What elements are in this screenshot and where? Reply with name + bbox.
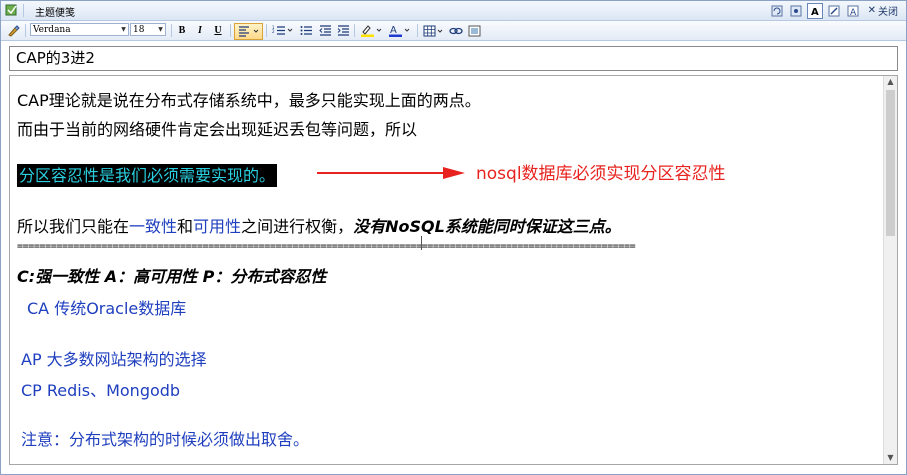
toolbar-separator	[266, 24, 267, 37]
scroll-up-icon[interactable]: ▲	[884, 76, 897, 88]
svg-text:A: A	[390, 25, 397, 36]
window-title: 主题便笺	[35, 8, 75, 19]
red-arrow	[317, 167, 465, 179]
cp-line: CP Redis、Mongodb	[21, 381, 181, 400]
increase-indent-button[interactable]	[335, 23, 351, 38]
format-painter-icon[interactable]	[5, 23, 21, 38]
highlighted-text: 分区容忍性是我们必须需要实现的。	[17, 164, 278, 187]
toolbar-separator	[417, 24, 418, 37]
decrease-indent-button[interactable]	[317, 23, 333, 38]
bold-button[interactable]: B	[175, 23, 189, 38]
font-color-button[interactable]: A	[387, 23, 413, 38]
font-size-value: 18	[133, 25, 145, 35]
highlighted-line: 分区容忍性是我们必须需要实现的。	[17, 162, 278, 187]
note-title-input[interactable]: CAP的3进2	[9, 46, 898, 71]
line4-text-a: 所以我们只能在	[17, 217, 130, 236]
chevron-down-icon: ▼	[158, 26, 163, 33]
text-cursor	[421, 236, 422, 250]
cap-legend: C:强一致性 A：高可用性 P：分布式容忍性	[17, 267, 327, 286]
highlight-color-button[interactable]	[359, 23, 385, 38]
scroll-down-icon[interactable]: ▼	[884, 452, 897, 464]
refresh-icon[interactable]	[769, 3, 785, 19]
line4-text-e: 之间进行权衡，	[241, 217, 354, 236]
bullet-list-button[interactable]	[297, 23, 315, 38]
separator-line: ========================================…	[17, 241, 636, 252]
vertical-scrollbar[interactable]: ▲ ▼	[883, 76, 897, 464]
font-family-value: Verdana	[33, 25, 71, 35]
insert-image-icon[interactable]	[466, 23, 482, 38]
underline-button[interactable]: U	[211, 23, 225, 38]
line4-text-c: 和	[177, 217, 194, 236]
close-label: 关闭	[878, 7, 898, 18]
chevron-down-icon: ▼	[121, 26, 126, 33]
toolbar-separator	[354, 24, 355, 37]
ca-line: CA 传统Oracle数据库	[27, 299, 187, 318]
insert-link-icon[interactable]	[448, 23, 464, 38]
svg-text:2: 2	[272, 29, 275, 34]
format-toolbar: Verdana ▼ 18 ▼ B I U 12 A	[1, 21, 906, 41]
note-app-icon[interactable]	[5, 4, 18, 16]
italic-button[interactable]: I	[193, 23, 207, 38]
close-icon: ✕	[867, 5, 876, 16]
insert-table-button[interactable]	[422, 23, 446, 38]
font-size-select[interactable]: 18 ▼	[130, 23, 166, 36]
note-line: 注意：分布式架构的时候必须做出取舍。	[21, 430, 310, 449]
consistency-term: 一致性	[129, 217, 178, 236]
close-button[interactable]: ✕ 关闭	[868, 3, 898, 18]
content-line-4: 所以我们只能在一致性和可用性之间进行权衡，没有NoSQL系统能同时保证这三点。	[17, 213, 621, 237]
red-annotation: nosql数据库必须实现分区容忍性	[476, 164, 726, 184]
toolbar-separator	[230, 24, 231, 37]
clear-format-icon[interactable]: A	[845, 3, 861, 19]
availability-term: 可用性	[193, 217, 242, 236]
pin-icon[interactable]	[788, 3, 804, 19]
align-left-button[interactable]	[234, 23, 263, 40]
ap-line: AP 大多数网站架构的选择	[21, 350, 207, 369]
edit-icon[interactable]	[826, 3, 842, 19]
font-style-icon[interactable]: A	[806, 2, 823, 19]
title-separator	[23, 4, 24, 17]
sticky-note-window: 主题便笺 A A ✕ 关闭 Verdana ▼ 18 ▼ B I U 1 2 A…	[0, 0, 907, 475]
content-line-1: CAP理论就是说在分布式存储系统中，最多只能实现上面的两点。	[17, 91, 481, 110]
title-bar: 主题便笺 A A ✕ 关闭	[1, 1, 906, 21]
scrollbar-thumb[interactable]	[886, 90, 895, 236]
note-content-editor[interactable]: CAP理论就是说在分布式存储系统中，最多只能实现上面的两点。 而由于当前的网络硬…	[9, 75, 898, 465]
svg-text:A: A	[811, 7, 819, 17]
numbered-list-button[interactable]: 12	[271, 23, 295, 38]
font-family-select[interactable]: Verdana ▼	[30, 23, 129, 36]
content-line-2: 而由于当前的网络硬件肯定会出现延迟丢包等问题，所以	[17, 120, 418, 139]
toolbar-separator	[171, 24, 172, 37]
toolbar-separator	[25, 24, 26, 37]
line4-emphasis: 没有NoSQL系统能同时保证这三点。	[353, 217, 621, 236]
svg-text:A: A	[850, 8, 857, 17]
